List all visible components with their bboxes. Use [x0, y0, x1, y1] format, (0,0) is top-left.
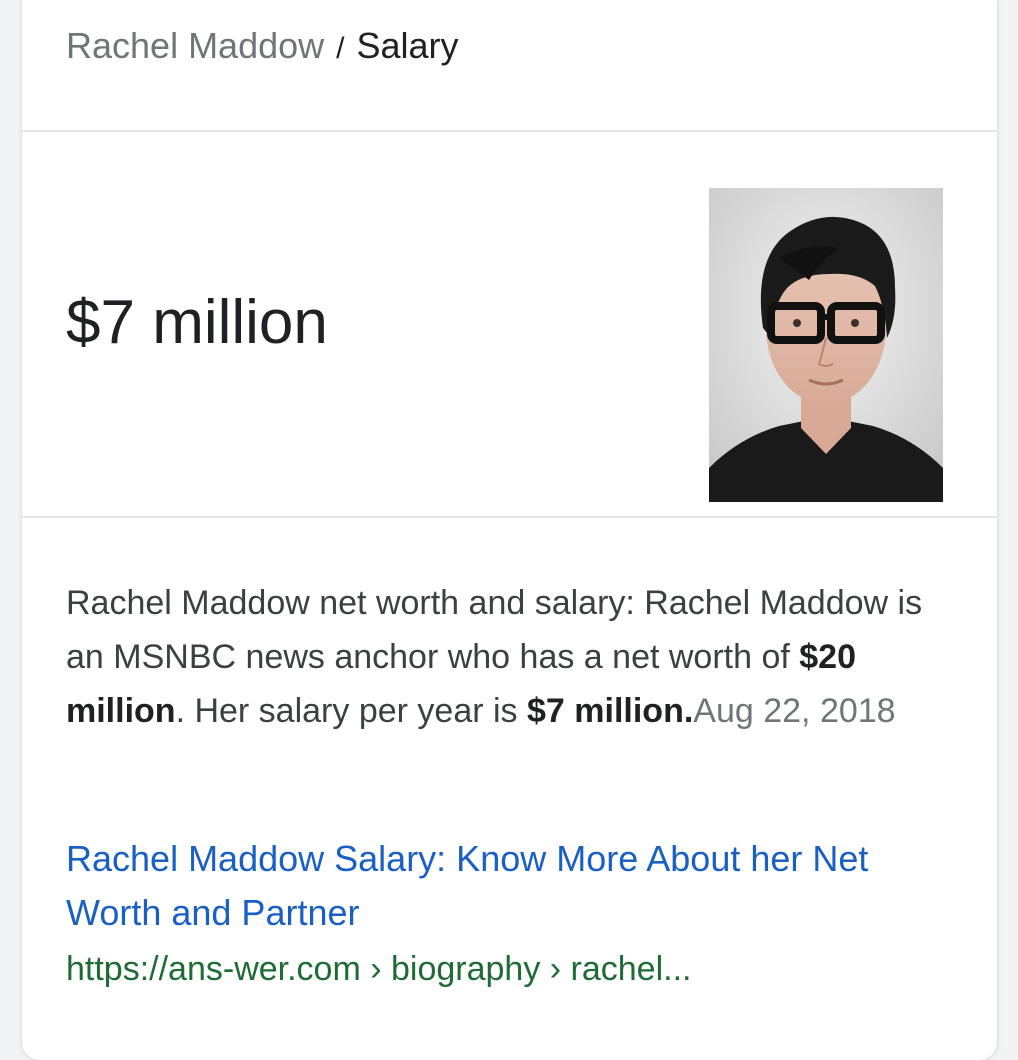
breadcrumb-entity-link[interactable]: Rachel Maddow [66, 25, 324, 66]
divider [22, 516, 997, 518]
result-url[interactable]: https://ans-wer.com › biography › rachel… [66, 944, 691, 994]
answer-snippet: Rachel Maddow net worth and salary: Rach… [66, 576, 946, 738]
knowledge-card: Rachel Maddow / Salary $7 million Rachel… [22, 0, 997, 1060]
divider [22, 130, 997, 132]
snippet-bold-salary: $7 million [527, 692, 684, 730]
breadcrumb-attribute: Salary [356, 25, 459, 66]
answer-value: $7 million [66, 288, 328, 357]
breadcrumb: Rachel Maddow / Salary [66, 24, 459, 71]
snippet-text: Rachel Maddow net worth and salary: Rach… [66, 584, 923, 676]
result-title-link[interactable]: Rachel Maddow Salary: Know More About he… [66, 832, 946, 940]
portrait-photo[interactable] [709, 188, 943, 502]
snippet-date: Aug 22, 2018 [693, 692, 896, 730]
snippet-period: . [683, 692, 694, 730]
breadcrumb-separator: / [336, 32, 345, 65]
snippet-text: . Her salary per year is [175, 692, 528, 730]
portrait-photo-icon [709, 188, 943, 502]
